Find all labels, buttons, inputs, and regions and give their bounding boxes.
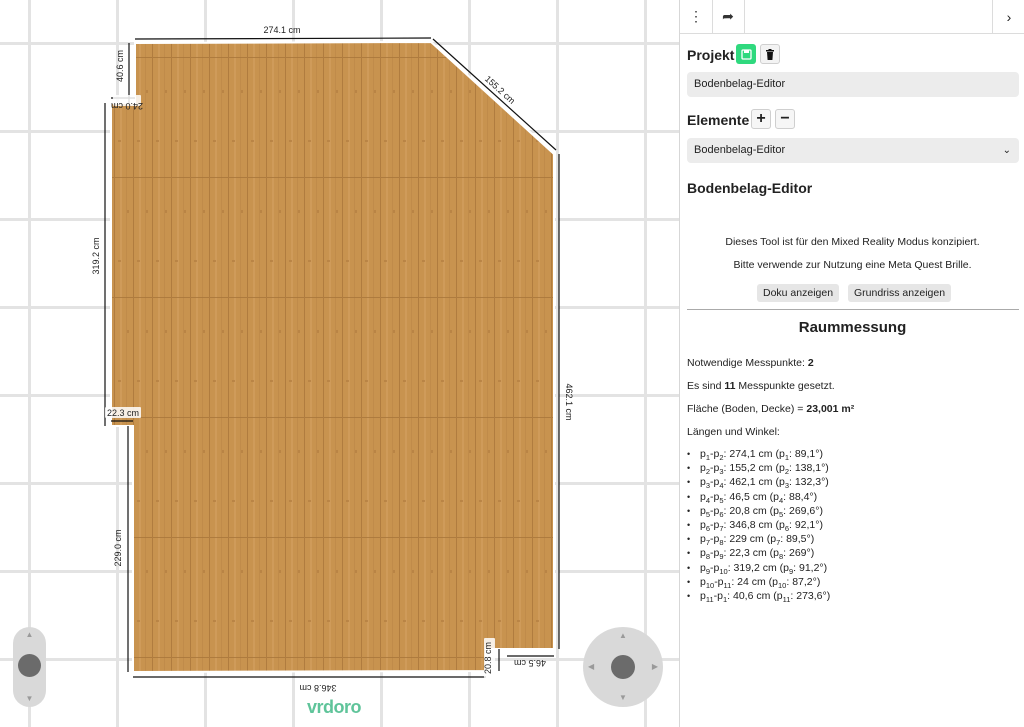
measurement-item: p8-p9: 22,3 cm (p8: 269°) [687,546,830,561]
left-arrow-icon: ◀ [588,662,595,671]
move-joystick[interactable]: ▲ ▼ ◀ ▶ [583,627,663,707]
area-value: 23,001 m² [806,403,855,415]
collapse-panel-icon[interactable]: › [992,0,1024,33]
measurement-item: p11-p1: 40,6 cm (p11: 273,6°) [687,589,830,604]
measurement-item: p6-p7: 346,8 cm (p6: 92,1°) [687,518,830,533]
editor-title: Bodenbelag-Editor [687,180,813,196]
measurement-item: p9-p10: 319,2 cm (p9: 91,2°) [687,561,830,576]
vrdoro-logo: vrdoro [307,697,362,717]
up-arrow-icon: ▲ [619,631,627,640]
dim-top-left: 40.6 cm [115,50,125,82]
measurement-item: p2-p3: 155,2 cm (p2: 138,1°) [687,461,830,476]
dim-bottom-small: 46.5 cm [514,658,546,668]
needed-points: Notwendige Messpunkte: 2 [687,357,814,369]
down-arrow-icon: ▼ [619,693,627,702]
save-icon [740,48,752,60]
up-arrow-icon: ▲ [25,630,34,639]
down-arrow-icon: ▼ [25,694,34,703]
dim-left-upper: 319.2 cm [91,237,101,274]
floor-plan-svg[interactable]: 274.1 cm 155.2 cm 462.1 cm 46.5 cm 20.8 … [0,0,680,727]
area-line: Fläche (Boden, Decke) = 23,001 m² [687,403,854,415]
dim-left-lower: 229.0 cm [113,529,123,566]
element-select[interactable]: Bodenbelag-Editor ⌄ [687,138,1019,163]
grundriss-button[interactable]: Grundriss anzeigen [848,284,952,302]
plus-icon: + [756,110,766,127]
trash-icon [766,48,774,60]
elemente-label: Elemente [687,112,750,128]
element-select-value: Bodenbelag-Editor [694,144,786,156]
minus-icon: − [780,110,790,127]
info-line-2: Bitte verwende zur Nutzung eine Meta Que… [733,259,972,271]
measurement-item: p3-p4: 462,1 cm (p3: 132,3°) [687,475,830,490]
dim-bottom-step: 20.8 cm [483,642,493,674]
measurement-item: p7-p8: 229 cm (p7: 89,5°) [687,532,830,547]
needed-points-label: Notwendige Messpunkte: [687,357,808,369]
set-points-suffix: Messpunkte gesetzt. [735,380,835,392]
measurement-item: p1-p2: 274,1 cm (p1: 89,1°) [687,447,830,462]
set-points: Es sind 11 Messpunkte gesetzt. [687,380,835,392]
dim-bottom: 346.8 cm [299,683,336,693]
joystick-knob[interactable] [611,655,635,679]
dim-notch-lower: 22.3 cm [107,408,139,418]
set-points-prefix: Es sind [687,380,725,392]
dim-right: 462.1 cm [564,383,574,420]
measurement-item: p5-p6: 20,8 cm (p5: 269,6°) [687,504,830,519]
floor-plan-canvas[interactable]: 274.1 cm 155.2 cm 462.1 cm 46.5 cm 20.8 … [0,0,680,727]
raummessung-title: Raummessung [798,319,907,336]
project-name-field[interactable]: Bodenbelag-Editor [687,72,1019,97]
measurement-item: p4-p5: 46,5 cm (p4: 88,4°) [687,490,830,505]
panel-toolbar: ⋮ ➦ › [680,0,1024,34]
add-element-button[interactable]: + [751,109,771,129]
set-points-value: 11 [724,380,736,392]
divider [687,309,1019,310]
remove-element-button[interactable]: − [775,109,795,129]
lengths-label: Längen und Winkel: [687,426,780,438]
projekt-label: Projekt [687,47,735,63]
doku-button[interactable]: Doku anzeigen [757,284,840,302]
side-panel: ⋮ ➦ › Projekt Bodenbelag-Editor Elemente… [679,0,1024,727]
vertical-move-joystick[interactable]: ▲ ▼ [13,627,46,707]
menu-icon[interactable]: ⋮ [680,0,713,33]
delete-project-button[interactable] [760,44,780,64]
needed-points-value: 2 [807,357,814,369]
joystick-knob[interactable] [18,654,41,677]
measurements-list: p1-p2: 274,1 cm (p1: 89,1°)p2-p3: 155,2 … [687,447,830,604]
right-arrow-icon: ▶ [651,662,658,671]
chevron-down-icon: ⌄ [1002,145,1011,156]
floor-area[interactable] [110,40,555,674]
share-icon[interactable]: ➦ [712,0,745,33]
dim-notch-upper: 24.0 cm [111,101,143,111]
measurement-item: p10-p11: 24 cm (p10: 87,2°) [687,575,830,590]
save-project-button[interactable] [736,44,756,64]
info-line-1: Dieses Tool ist für den Mixed Reality Mo… [725,236,980,248]
dim-top: 274.1 cm [263,25,300,35]
area-label: Fläche (Boden, Decke) = [687,403,807,415]
